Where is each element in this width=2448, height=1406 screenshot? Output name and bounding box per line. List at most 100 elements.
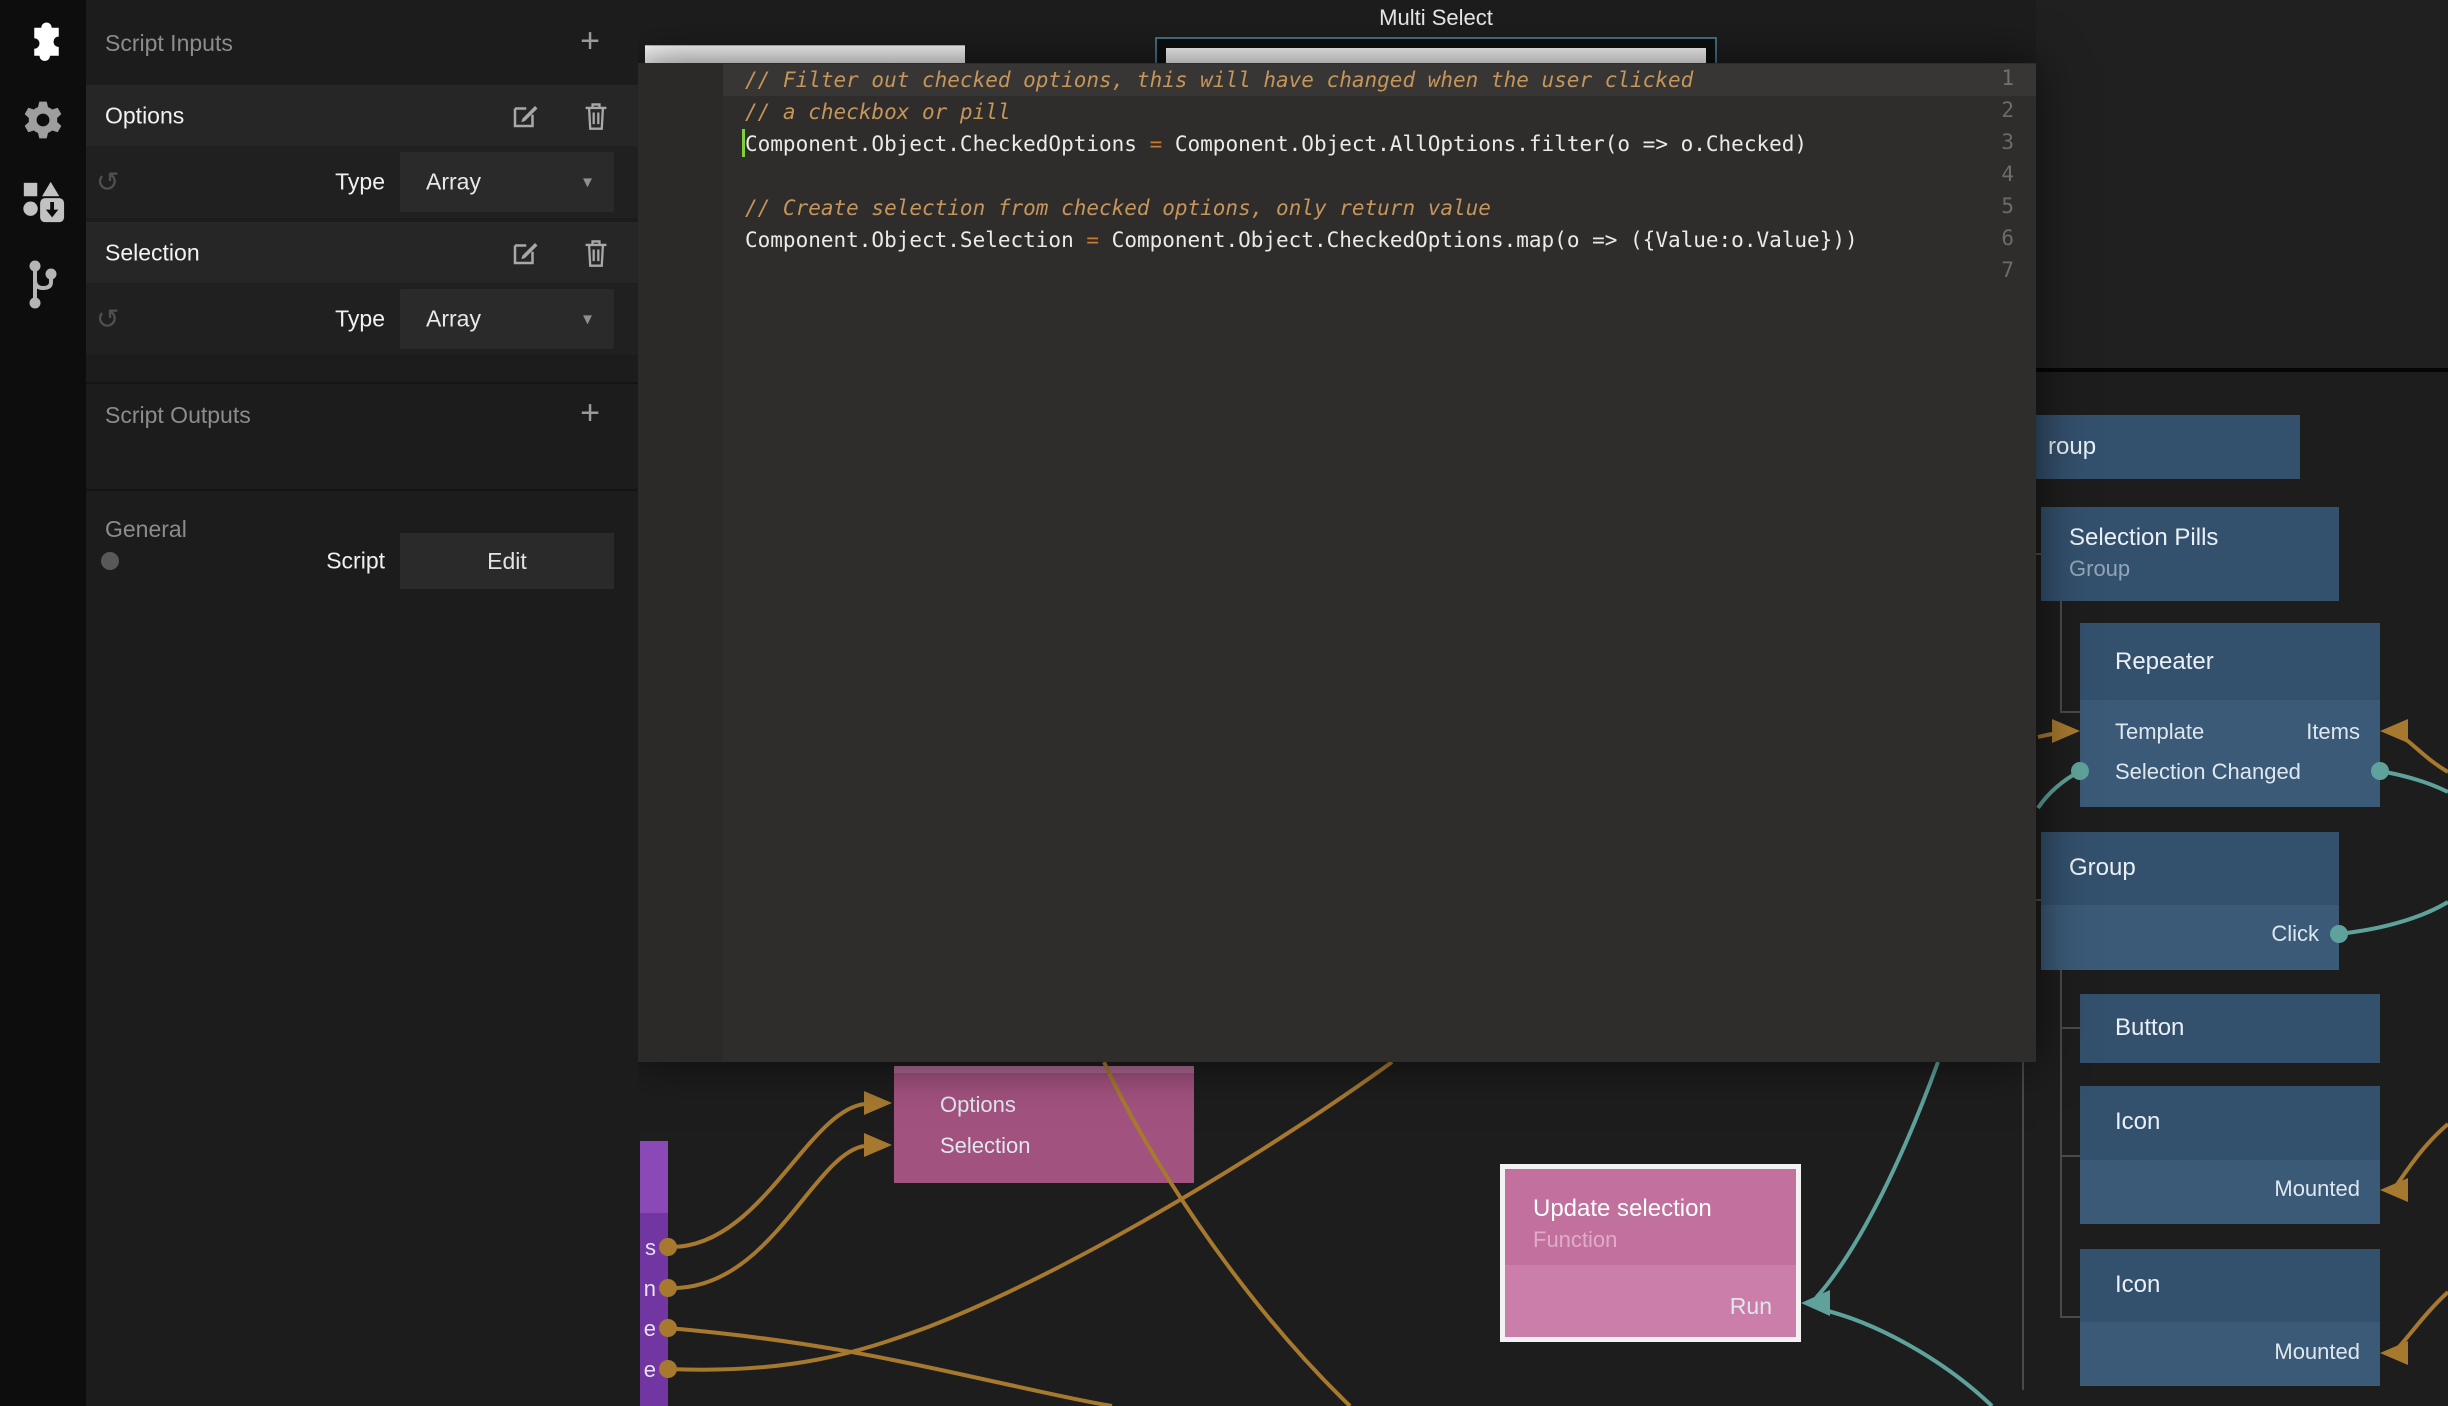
trash-icon[interactable]	[582, 238, 610, 268]
section-script-inputs: Script Inputs	[105, 30, 233, 57]
type-label: Type	[335, 169, 385, 196]
node-title: Update selection	[1533, 1195, 1712, 1223]
add-input-button[interactable]: +	[580, 24, 600, 58]
divider	[86, 489, 638, 491]
chevron-down-icon: ▾	[583, 309, 592, 330]
version-branch-icon	[23, 258, 63, 310]
code-token: Component.Object.CheckedOptions.map(o =>…	[1099, 228, 1858, 252]
sidebar-item-components[interactable]	[0, 8, 86, 72]
node-checked-options[interactable]: Options Selection	[894, 1066, 1194, 1183]
node-title: Group	[2069, 854, 2136, 882]
code-line-4[interactable]	[723, 160, 2036, 192]
node-object-clipped-header[interactable]	[640, 1141, 668, 1213]
node-icon-1[interactable]: Icon Mounted	[2080, 1086, 2380, 1224]
puzzle-icon	[22, 19, 64, 61]
port-click[interactable]: Click	[2271, 921, 2319, 947]
edit-script-button[interactable]: Edit	[400, 533, 614, 589]
selected-type: Array	[426, 306, 481, 333]
script-status-dot	[101, 552, 119, 570]
node-repeater[interactable]: Repeater Template Items Selection Change…	[2080, 623, 2380, 807]
app-window: Multi Select roup Selection Pills Group …	[0, 0, 2448, 1406]
code-line-2[interactable]: // a checkbox or pill	[723, 96, 2036, 128]
input-row-options[interactable]: Options	[86, 85, 638, 146]
code-line-7[interactable]	[723, 256, 2036, 288]
node-title: Icon	[2115, 1271, 2160, 1299]
node-title: Selection Pills	[2069, 524, 2218, 552]
port-selection[interactable]: Selection	[940, 1133, 1031, 1159]
tree-elbow-repeater	[2060, 711, 2080, 713]
type-row-options: ↺ Type Array ▾	[86, 146, 638, 218]
port-clipped-2[interactable]: n	[644, 1276, 656, 1302]
node-group-clipped[interactable]: roup	[2036, 415, 2300, 479]
port-clipped-3[interactable]: e	[644, 1316, 656, 1342]
port-template[interactable]: Template	[2115, 719, 2204, 745]
tree-tick-icon1	[2060, 1155, 2080, 1157]
section-script-outputs: Script Outputs	[105, 402, 251, 429]
port-options[interactable]: Options	[940, 1092, 1016, 1118]
tree-tick-button	[2060, 1027, 2080, 1029]
tree-line-children	[2060, 970, 2062, 1318]
components-icon	[20, 179, 66, 225]
port-mounted[interactable]: Mounted	[2274, 1176, 2360, 1202]
edit-icon[interactable]	[510, 238, 540, 268]
type-select-selection[interactable]: Array ▾	[400, 289, 614, 349]
input-name: Options	[105, 102, 184, 129]
activity-sidebar	[0, 0, 86, 1406]
preview-canvas-divider	[2036, 368, 2448, 372]
editor-gutter	[637, 63, 723, 1062]
node-update-selection[interactable]: Update selection Function Run	[1500, 1164, 1801, 1342]
node-object-clipped-body[interactable]: s n e e	[640, 1213, 668, 1406]
gear-icon	[21, 98, 65, 142]
multi-select-preview-label: Multi Select	[1155, 5, 1717, 31]
node-title: roup	[2048, 433, 2096, 461]
node-group[interactable]: Group Click	[2041, 832, 2339, 970]
tree-elbow-icon2	[2060, 1316, 2080, 1318]
node-subtitle: Group	[2069, 556, 2130, 582]
section-general: General	[105, 516, 187, 543]
node-selection-pills[interactable]: Selection Pills Group	[2041, 507, 2339, 601]
reset-icon[interactable]: ↺	[96, 166, 119, 199]
chevron-down-icon: ▾	[583, 172, 592, 193]
sidebar-item-version-control[interactable]	[0, 252, 86, 316]
input-name: Selection	[105, 239, 200, 266]
type-label: Type	[335, 306, 385, 333]
port-selection-changed[interactable]: Selection Changed	[2115, 759, 2301, 785]
node-icon-2[interactable]: Icon Mounted	[2080, 1249, 2380, 1386]
sidebar-item-settings[interactable]	[0, 88, 86, 152]
add-output-button[interactable]: +	[580, 396, 600, 430]
port-clipped-4[interactable]: e	[644, 1357, 656, 1383]
port-run[interactable]: Run	[1730, 1293, 1772, 1320]
node-subtitle: Function	[1533, 1227, 1617, 1253]
script-editor-panel[interactable]: 1 2 3 4 5 6 7 // Filter out checked opti…	[637, 63, 2036, 1062]
tree-line-repeater	[2060, 601, 2062, 713]
code-token: Component.Object.CheckedOptions	[745, 132, 1150, 156]
port-items[interactable]: Items	[2306, 719, 2360, 745]
node-button[interactable]: Button	[2080, 994, 2380, 1063]
type-select-options[interactable]: Array ▾	[400, 152, 614, 212]
code-line-5[interactable]: // Create selection from checked options…	[723, 192, 2036, 224]
divider	[86, 382, 638, 384]
port-clipped-1[interactable]: s	[645, 1235, 656, 1261]
properties-panel: Script Inputs + Options ↺ Type Array ▾ S…	[86, 0, 638, 1406]
code-line-1[interactable]: // Filter out checked options, this will…	[723, 64, 2036, 96]
script-label: Script	[326, 548, 385, 575]
reset-icon[interactable]: ↺	[96, 303, 119, 336]
code-line-3[interactable]: Component.Object.CheckedOptions = Compon…	[723, 128, 2036, 160]
selected-type: Array	[426, 169, 481, 196]
sidebar-item-component-library[interactable]	[0, 170, 86, 234]
code-token: Component.Object.AllOptions.filter(o => …	[1162, 132, 1807, 156]
code-token-operator: =	[1086, 228, 1099, 252]
node-title: Icon	[2115, 1108, 2160, 1136]
code-token-operator: =	[1150, 132, 1163, 156]
preview-area-background	[2036, 0, 2448, 368]
node-title: Repeater	[2115, 648, 2214, 676]
code-token: Component.Object.Selection	[745, 228, 1086, 252]
port-mounted[interactable]: Mounted	[2274, 1339, 2360, 1365]
trash-icon[interactable]	[582, 101, 610, 131]
node-title: Button	[2115, 1014, 2184, 1042]
text-cursor	[742, 129, 745, 157]
edit-icon[interactable]	[510, 101, 540, 131]
type-row-selection: ↺ Type Array ▾	[86, 283, 638, 355]
code-line-6[interactable]: Component.Object.Selection = Component.O…	[723, 224, 2036, 256]
input-row-selection[interactable]: Selection	[86, 222, 638, 283]
